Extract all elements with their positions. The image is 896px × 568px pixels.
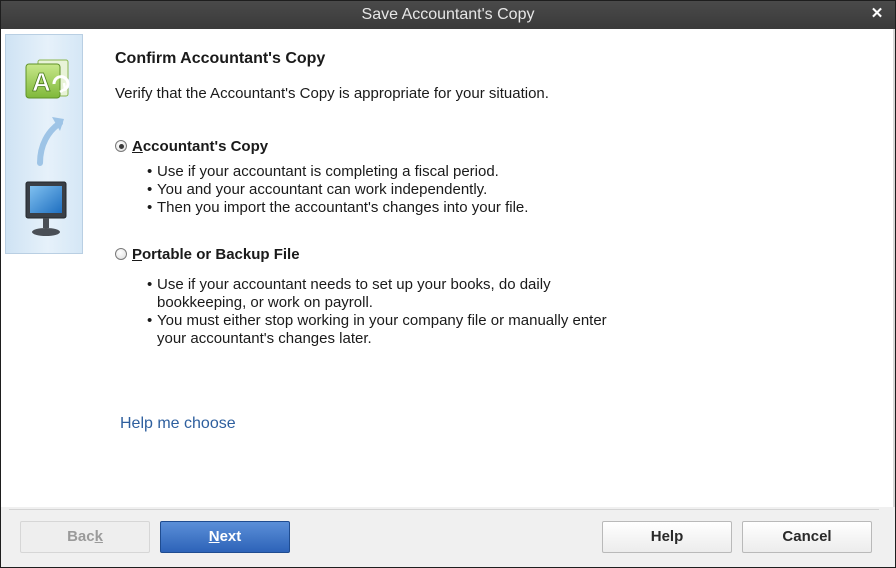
bullet-item: You must either stop working in your com… bbox=[147, 312, 607, 330]
computer-monitor-icon bbox=[24, 180, 70, 242]
title-bar: Save Accountant's Copy ✕ bbox=[1, 1, 895, 29]
curved-arrow-icon bbox=[34, 105, 70, 167]
button-bar: Back Next Help Cancel bbox=[1, 507, 895, 567]
dialog-content: A Confirm Accountant's Copy Verify that … bbox=[1, 29, 895, 507]
footer-divider bbox=[9, 509, 879, 510]
close-icon[interactable]: ✕ bbox=[869, 1, 885, 29]
option-portable-backup[interactable]: Portable or Backup File bbox=[115, 245, 300, 263]
cancel-button[interactable]: Cancel bbox=[742, 521, 872, 553]
side-panel: A bbox=[5, 34, 83, 254]
bullet-item-continuation: your accountant's changes later. bbox=[157, 330, 372, 347]
dialog-window: Save Accountant's Copy ✕ A Confirm Accou… bbox=[0, 0, 896, 568]
radio-accountants-copy[interactable] bbox=[115, 140, 127, 152]
bullet-item: Use if your accountant is completing a f… bbox=[147, 163, 528, 181]
accountant-copy-document-icon: A bbox=[24, 58, 74, 102]
option-accountants-copy[interactable]: Accountant's Copy bbox=[115, 137, 268, 155]
portable-backup-bullets: Use if your accountant needs to set up y… bbox=[147, 276, 607, 348]
back-button[interactable]: Back bbox=[20, 521, 150, 553]
bullet-item: Then you import the accountant's changes… bbox=[147, 199, 528, 217]
bullet-item: You and your accountant can work indepen… bbox=[147, 181, 528, 199]
help-me-choose-link[interactable]: Help me choose bbox=[120, 415, 236, 433]
accountants-copy-bullets: Use if your accountant is completing a f… bbox=[147, 163, 528, 217]
bullet-item-continuation: bookkeeping, or work on payroll. bbox=[157, 294, 373, 311]
next-button[interactable]: Next bbox=[160, 521, 290, 553]
window-title: Save Accountant's Copy bbox=[361, 6, 535, 23]
page-description: Verify that the Accountant's Copy is app… bbox=[115, 85, 549, 102]
svg-text:A: A bbox=[32, 67, 51, 97]
bullet-item: Use if your accountant needs to set up y… bbox=[147, 276, 607, 294]
page-heading: Confirm Accountant's Copy bbox=[115, 50, 326, 67]
option-portable-backup-label[interactable]: Portable or Backup File bbox=[132, 246, 300, 263]
radio-portable-backup[interactable] bbox=[115, 248, 127, 260]
help-button[interactable]: Help bbox=[602, 521, 732, 553]
option-accountants-copy-label[interactable]: Accountant's Copy bbox=[132, 138, 268, 155]
